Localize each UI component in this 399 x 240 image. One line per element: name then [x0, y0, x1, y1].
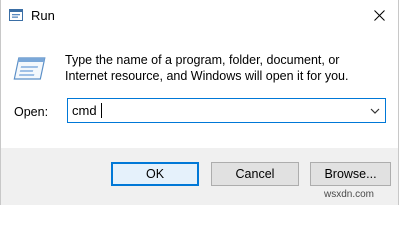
- run-app-icon: [9, 9, 23, 21]
- dialog-description: Type the name of a program, folder, docu…: [65, 53, 349, 83]
- window-title: Run: [31, 8, 55, 23]
- close-icon: [373, 9, 385, 21]
- run-dialog: Run Type the name of a program, folder, …: [0, 0, 399, 205]
- browse-button[interactable]: Browse...: [310, 162, 391, 186]
- close-button[interactable]: [368, 4, 390, 26]
- run-dialog-icon: [13, 57, 46, 80]
- watermark-text: wsxdn.com: [324, 189, 375, 200]
- title-bar[interactable]: Run: [1, 0, 398, 31]
- chevron-down-icon[interactable]: [369, 105, 381, 117]
- open-combobox[interactable]: cmd: [67, 98, 386, 123]
- cancel-button[interactable]: Cancel: [211, 162, 299, 186]
- text-caret: [101, 103, 102, 118]
- ok-button[interactable]: OK: [111, 162, 199, 186]
- open-input[interactable]: cmd: [72, 103, 97, 118]
- open-label: Open:: [14, 105, 49, 119]
